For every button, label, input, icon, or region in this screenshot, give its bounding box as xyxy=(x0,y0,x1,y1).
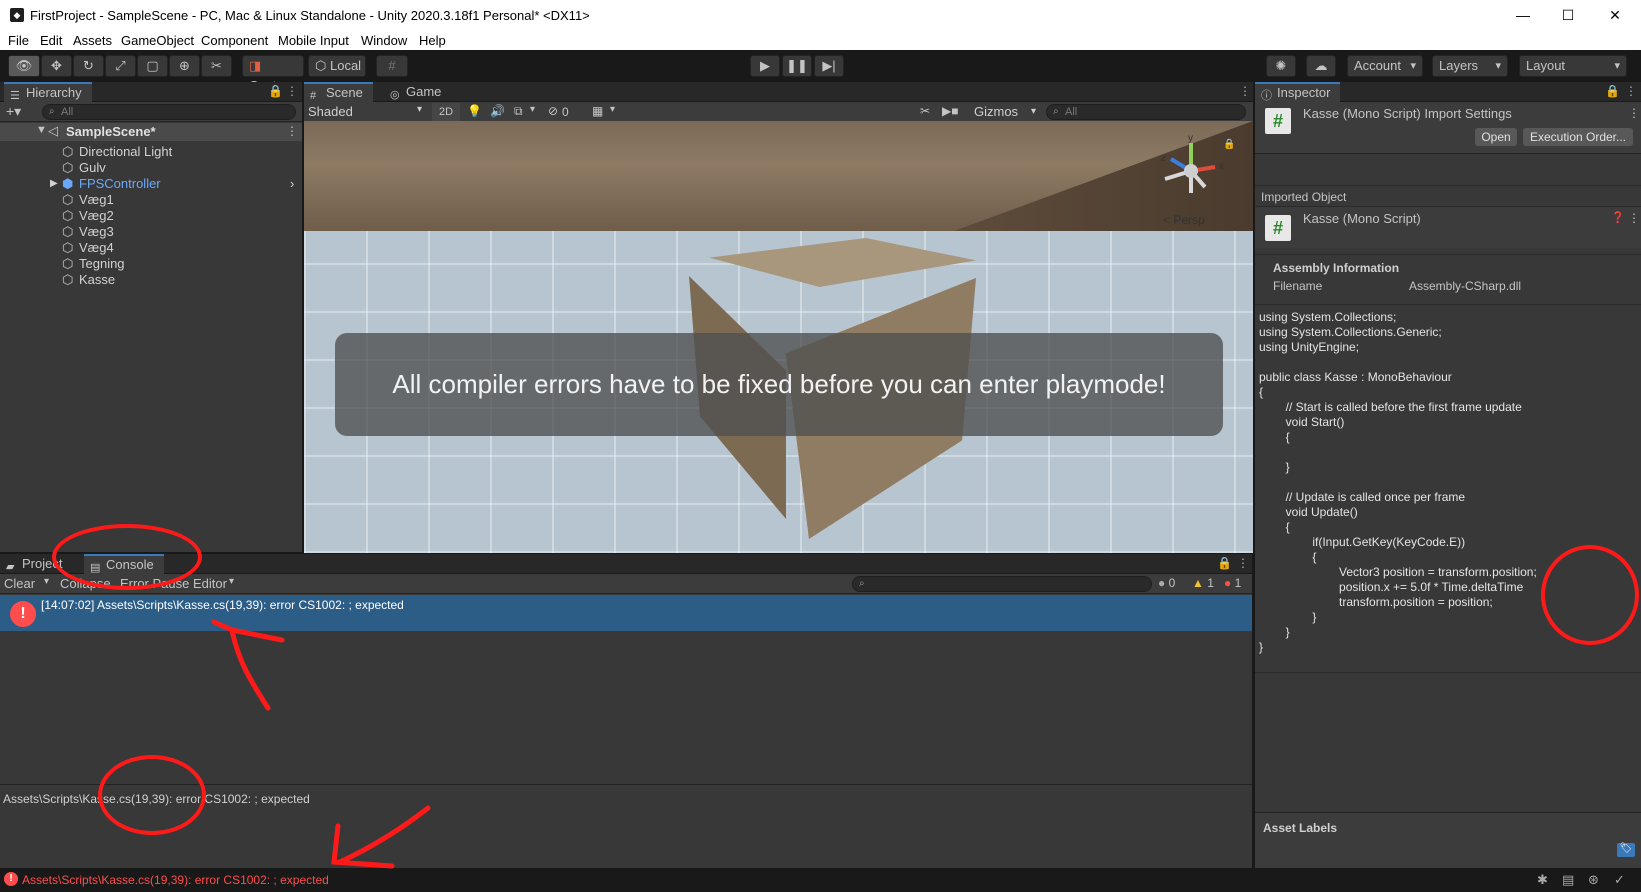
annotation-arrows xyxy=(211,619,431,869)
